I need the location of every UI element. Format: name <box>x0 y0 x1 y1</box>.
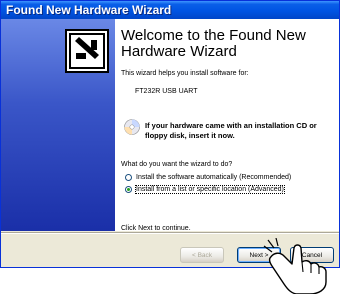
intro-text: This wizard helps you install software f… <box>121 70 249 77</box>
back-button[interactable]: < Back <box>180 247 224 263</box>
cd-icon <box>124 119 140 135</box>
title-bar[interactable]: Found New Hardware Wizard <box>1 1 339 19</box>
button-divider <box>1 232 339 234</box>
device-name: FT232R USB UART <box>135 88 198 95</box>
question-text: What do you want the wizard to do? <box>121 161 233 168</box>
wizard-content: Welcome to the Found New Hardware Wizard… <box>1 19 339 233</box>
option-from-list-label: Install from a list or specific location… <box>135 185 285 194</box>
option-install-automatic[interactable]: Install the software automatically (Reco… <box>125 174 291 181</box>
cd-prompt: If your hardware came with an installati… <box>145 121 317 140</box>
wizard-window: Found New Hardware Wizard Welcome to the… <box>0 0 340 268</box>
option-install-from-list[interactable]: Install from a list or specific location… <box>125 185 285 194</box>
side-panel <box>1 19 115 231</box>
radio-from-list[interactable] <box>125 186 132 193</box>
radio-automatic[interactable] <box>125 174 132 181</box>
continue-hint: Click Next to continue. <box>121 225 191 232</box>
option-automatic-label: Install the software automatically (Reco… <box>136 174 292 181</box>
page-title: Welcome to the Found New Hardware Wizard <box>121 27 306 60</box>
wizard-hardware-icon <box>65 29 109 73</box>
pointing-hand-icon <box>263 238 327 294</box>
main-panel: Welcome to the Found New Hardware Wizard… <box>121 19 333 233</box>
